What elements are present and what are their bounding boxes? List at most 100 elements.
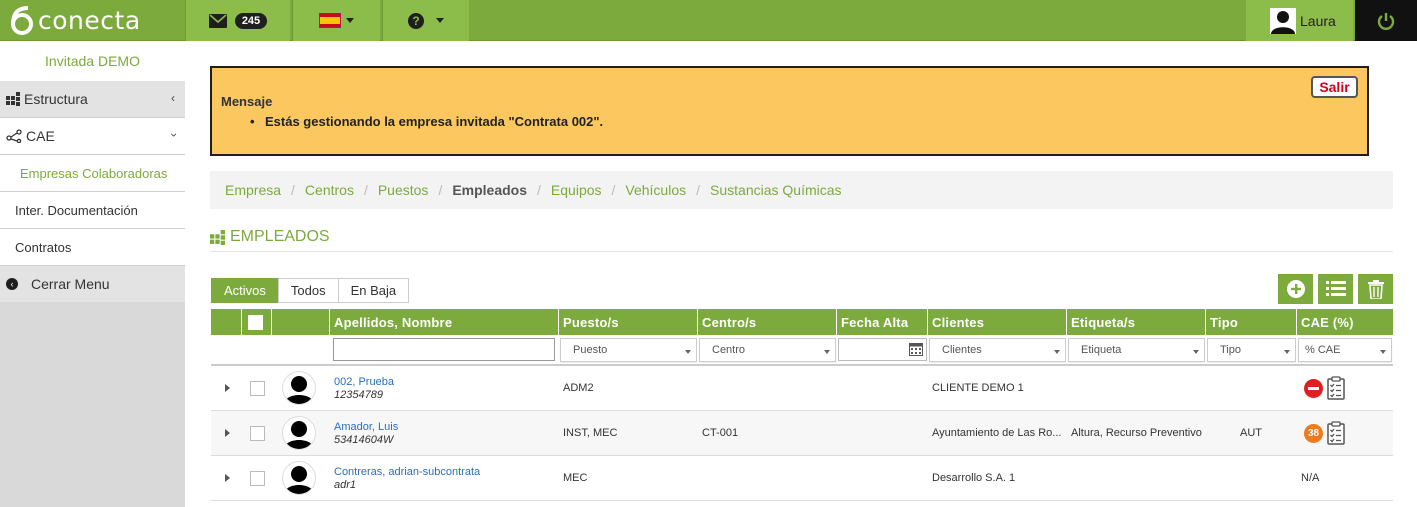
messages-button[interactable]: 245: [185, 0, 290, 41]
employee-name-link[interactable]: 002, Prueba: [334, 376, 394, 388]
filter-etiqueta-cell: Etiqueta: [1067, 335, 1206, 364]
column-header-centro[interactable]: Centro/s: [698, 309, 837, 335]
expand-row-icon[interactable]: [225, 429, 230, 437]
nav-separator: /: [537, 182, 541, 198]
delete-button[interactable]: [1358, 274, 1393, 304]
tipo-filter-select[interactable]: Tipo: [1207, 337, 1296, 362]
list-icon: [1325, 281, 1346, 296]
cae-percentage-badge[interactable]: 38: [1304, 423, 1323, 443]
name-filter-input[interactable]: [333, 338, 555, 361]
centro-cell: CT-001: [702, 427, 739, 439]
sidebar: Invitada DEMO Estructura ‹ CAE ‹ Empresa…: [0, 41, 185, 507]
page-title-text: EMPLEADOS: [230, 228, 330, 245]
app-logo[interactable]: conecta: [8, 4, 141, 36]
column-header-tipo[interactable]: Tipo: [1206, 309, 1297, 335]
close-menu-button[interactable]: ‹ Cerrar Menu: [0, 266, 185, 302]
centro-filter-select[interactable]: Centro: [699, 337, 836, 362]
section-nav: Empresa / Centros / Puestos / Empleados …: [210, 171, 1393, 209]
clientes-cell: Desarrollo S.A. 1: [932, 472, 1016, 484]
puesto-cell: INST, MEC: [563, 427, 618, 439]
clipboard-checklist-icon[interactable]: [1327, 421, 1345, 445]
nav-equipos[interactable]: Equipos: [551, 182, 602, 198]
column-header-fecha-alta[interactable]: Fecha Alta: [837, 309, 928, 335]
employee-document: 12354789: [334, 388, 383, 401]
employee-avatar: [282, 416, 316, 450]
cae-cell: [1297, 366, 1393, 410]
puesto-filter-select[interactable]: Puesto: [560, 337, 697, 362]
employee-name-cell: Amador, Luis 53414604W: [330, 411, 559, 455]
avatar-column-header: [272, 309, 330, 335]
tab-todos[interactable]: Todos: [277, 278, 339, 303]
filter-name-cell: [330, 335, 559, 364]
nav-puestos[interactable]: Puestos: [378, 182, 429, 198]
sidebar-subitem-contratos[interactable]: Contratos: [0, 229, 185, 266]
message-title: Mensaje: [221, 94, 273, 109]
nav-sustancias-quimicas[interactable]: Sustancias Químicas: [710, 182, 842, 198]
column-header-puesto[interactable]: Puesto/s: [559, 309, 698, 335]
expand-row-icon[interactable]: [225, 474, 230, 482]
grid-icon: [210, 230, 225, 245]
cae-filter-select[interactable]: % CAE: [1298, 337, 1392, 362]
etiqueta-filter-select[interactable]: Etiqueta: [1068, 337, 1205, 362]
calendar-icon[interactable]: [909, 342, 923, 356]
employee-document: adr1: [334, 478, 357, 491]
row-checkbox[interactable]: [250, 425, 265, 441]
expand-column-header: [211, 309, 242, 335]
tab-activos[interactable]: Activos: [211, 278, 279, 303]
nav-vehiculos[interactable]: Vehículos: [625, 182, 686, 198]
column-header-cae[interactable]: CAE (%): [1297, 309, 1393, 335]
column-header-clientes[interactable]: Clientes: [928, 309, 1067, 335]
table-row[interactable]: Amador, Luis 53414604W INST, MEC CT-001 …: [211, 411, 1393, 456]
expand-row-icon[interactable]: [225, 384, 230, 392]
table-row[interactable]: Contreras, adrian-subcontrata adr1 MEC D…: [211, 456, 1393, 501]
user-name: Laura: [1300, 12, 1336, 29]
row-checkbox[interactable]: [250, 380, 265, 396]
employee-avatar: [282, 371, 316, 405]
filter-puesto-cell: Puesto: [559, 335, 698, 364]
sidebar-item-cae[interactable]: CAE ‹: [0, 118, 185, 155]
employee-name-link[interactable]: Amador, Luis: [334, 421, 398, 433]
add-employee-button[interactable]: [1278, 274, 1313, 304]
nav-empresa[interactable]: Empresa: [225, 182, 281, 198]
message-item: Estás gestionando la empresa invitada "C…: [250, 114, 603, 129]
column-header-etiqueta[interactable]: Etiqueta/s: [1067, 309, 1206, 335]
table-row[interactable]: 002, Prueba 12354789 ADM2 CLIENTE DEMO 1: [211, 366, 1393, 411]
cae-cell: 38: [1297, 411, 1393, 455]
tipo-cell: [1206, 366, 1297, 410]
centro-cell: [698, 366, 837, 410]
nav-separator: /: [291, 182, 295, 198]
sidebar-subitem-inter-documentacion[interactable]: Inter. Documentación: [0, 192, 185, 229]
employees-table: Apellidos, Nombre Puesto/s Centro/s Fech…: [211, 309, 1393, 501]
employee-name-link[interactable]: Contreras, adrian-subcontrata: [334, 466, 480, 478]
filter-centro-cell: Centro: [698, 335, 837, 364]
logout-button[interactable]: [1355, 0, 1417, 41]
row-checkbox[interactable]: [250, 470, 265, 486]
clipboard-checklist-icon[interactable]: [1327, 376, 1345, 400]
help-dropdown[interactable]: ?: [382, 0, 469, 41]
nav-centros[interactable]: Centros: [305, 182, 354, 198]
sidebar-item-estructura[interactable]: Estructura ‹: [0, 81, 185, 118]
sidebar-subitem-empresas-colaboradoras[interactable]: Empresas Colaboradoras: [0, 155, 185, 192]
user-avatar-icon: [1270, 7, 1296, 34]
nav-separator: /: [696, 182, 701, 198]
exit-button[interactable]: Salir: [1311, 76, 1358, 98]
sidebar-item-label: Estructura: [24, 91, 88, 107]
question-icon: ?: [408, 12, 424, 29]
table-actions: [1278, 274, 1393, 304]
blocked-status-icon[interactable]: [1304, 378, 1323, 398]
tab-en-baja[interactable]: En Baja: [337, 278, 410, 303]
language-dropdown[interactable]: [292, 0, 380, 41]
clientes-filter-select[interactable]: Clientes: [929, 337, 1066, 362]
spain-flag-icon: [319, 13, 341, 28]
user-menu[interactable]: Laura: [1246, 0, 1353, 41]
chevron-down-icon: [436, 18, 444, 23]
select-all-checkbox[interactable]: [248, 314, 263, 330]
list-view-button[interactable]: [1318, 274, 1353, 304]
plus-circle-icon: [1286, 280, 1305, 298]
column-header-name[interactable]: Apellidos, Nombre: [330, 309, 559, 335]
fecha-filter-input[interactable]: [838, 338, 927, 361]
select-all-header: [242, 309, 272, 335]
tipo-cell: [1206, 456, 1297, 500]
employee-document: 53414604W: [334, 433, 394, 446]
filter-fecha-cell: [837, 335, 928, 364]
